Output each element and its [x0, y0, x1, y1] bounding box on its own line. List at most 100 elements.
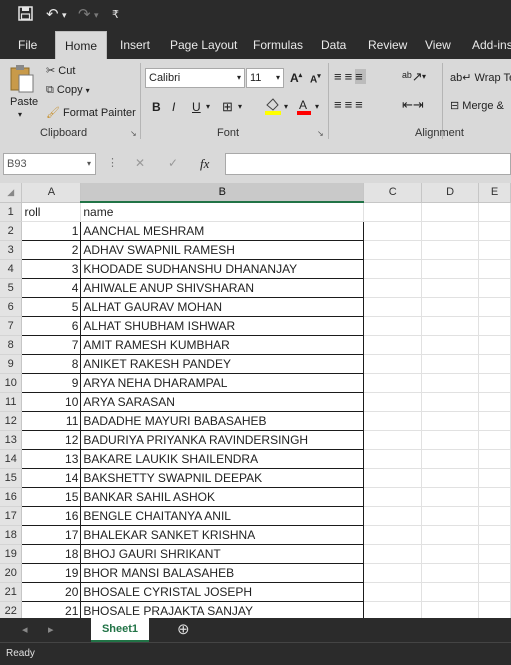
cancel-icon[interactable]: ✕ — [135, 156, 145, 170]
font-color-button[interactable]: A — [296, 97, 312, 118]
cell[interactable] — [363, 487, 423, 507]
row-header[interactable]: 4 — [0, 259, 23, 279]
name-cell[interactable]: ADHAV SWAPNIL RAMESH — [80, 240, 365, 260]
copy-dropdown-icon[interactable]: ▾ — [86, 86, 90, 95]
column-header-a[interactable]: A — [21, 183, 82, 203]
cell[interactable] — [421, 544, 480, 564]
clipboard-launcher-icon[interactable]: ↘ — [130, 129, 137, 138]
name-cell[interactable]: BHOSALE PRAJAKTA SANJAY — [80, 601, 365, 618]
name-cell[interactable]: BADURIYA PRIYANKA RAVINDERSINGH — [80, 430, 365, 450]
cell-a1[interactable]: roll — [21, 202, 82, 222]
row-header[interactable]: 16 — [0, 487, 23, 507]
row-header[interactable]: 3 — [0, 240, 23, 260]
roll-cell[interactable]: 14 — [21, 468, 82, 488]
paste-icon[interactable] — [9, 64, 37, 94]
cell[interactable] — [478, 525, 511, 545]
column-header-d[interactable]: D — [421, 183, 480, 203]
tab-file[interactable]: File — [18, 31, 37, 59]
cell[interactable] — [363, 411, 423, 431]
row-header[interactable]: 15 — [0, 468, 23, 488]
tab-page-layout[interactable]: Page Layout — [170, 31, 237, 59]
name-cell[interactable]: BADADHE MAYURI BABASAHEB — [80, 411, 365, 431]
grow-font-button[interactable]: A▴ — [290, 71, 302, 85]
cell[interactable] — [363, 468, 423, 488]
name-cell[interactable]: ALHAT GAURAV MOHAN — [80, 297, 365, 317]
bold-button[interactable]: B — [152, 100, 161, 114]
add-sheet-icon[interactable]: ⊕ — [177, 620, 190, 638]
name-cell[interactable]: KHODADE SUDHANSHU DHANANJAY — [80, 259, 365, 279]
cell[interactable] — [421, 297, 480, 317]
roll-cell[interactable]: 9 — [21, 373, 82, 393]
fill-color-button[interactable] — [264, 97, 282, 118]
row-header[interactable]: 2 — [0, 221, 23, 241]
name-cell[interactable]: AANCHAL MESHRAM — [80, 221, 365, 241]
cell[interactable] — [363, 582, 423, 602]
cell[interactable] — [478, 582, 511, 602]
copy-button[interactable]: ⧉ Copy ▾ — [46, 84, 90, 97]
cell[interactable] — [363, 221, 423, 241]
column-header-c[interactable]: C — [363, 183, 423, 203]
cut-button[interactable]: ✂ Cut — [46, 64, 75, 77]
format-painter-button[interactable]: 🖌 Format Painter — [46, 106, 136, 119]
cell[interactable] — [421, 468, 480, 488]
cell[interactable] — [421, 240, 480, 260]
roll-cell[interactable]: 17 — [21, 525, 82, 545]
row-header[interactable]: 20 — [0, 563, 23, 583]
row-header[interactable]: 18 — [0, 525, 23, 545]
cell[interactable] — [421, 563, 480, 583]
cell[interactable] — [478, 373, 511, 393]
row-header[interactable]: 10 — [0, 373, 23, 393]
formula-input[interactable] — [225, 153, 511, 175]
name-cell[interactable]: BAKSHETTY SWAPNIL DEEPAK — [80, 468, 365, 488]
roll-cell[interactable]: 13 — [21, 449, 82, 469]
row-header[interactable]: 19 — [0, 544, 23, 564]
cell[interactable] — [478, 430, 511, 450]
roll-cell[interactable]: 21 — [21, 601, 82, 618]
cell[interactable] — [478, 411, 511, 431]
tab-insert[interactable]: Insert — [120, 31, 150, 59]
cell[interactable] — [478, 259, 511, 279]
cell[interactable] — [363, 430, 423, 450]
shrink-font-button[interactable]: A▾ — [310, 72, 321, 85]
cell[interactable] — [478, 316, 511, 336]
tab-review[interactable]: Review — [368, 31, 407, 59]
roll-cell[interactable]: 15 — [21, 487, 82, 507]
cell[interactable] — [363, 354, 423, 374]
cell[interactable] — [421, 487, 480, 507]
borders-dropdown-icon[interactable]: ▾ — [238, 102, 242, 111]
save-icon[interactable] — [18, 6, 33, 26]
cell[interactable] — [421, 392, 480, 412]
cell[interactable] — [478, 240, 511, 260]
cell[interactable] — [421, 411, 480, 431]
roll-cell[interactable]: 6 — [21, 316, 82, 336]
cell[interactable] — [478, 449, 511, 469]
cell[interactable] — [421, 259, 480, 279]
fill-color-dropdown-icon[interactable]: ▾ — [284, 102, 288, 111]
cell[interactable] — [421, 430, 480, 450]
cell[interactable] — [478, 601, 511, 618]
column-header-e[interactable]: E — [478, 183, 511, 203]
name-cell[interactable]: BHALEKAR SANKET KRISHNA — [80, 525, 365, 545]
font-size-select[interactable]: 11 ▾ — [246, 68, 284, 88]
cell[interactable] — [363, 525, 423, 545]
tab-data[interactable]: Data — [321, 31, 346, 59]
row-header[interactable]: 17 — [0, 506, 23, 526]
qat-customize-icon[interactable]: ₹ — [112, 6, 119, 24]
row-header[interactable]: 5 — [0, 278, 23, 298]
row-header[interactable]: 7 — [0, 316, 23, 336]
row-header[interactable]: 6 — [0, 297, 23, 317]
name-cell[interactable]: AMIT RAMESH KUMBHAR — [80, 335, 365, 355]
row-header[interactable]: 14 — [0, 449, 23, 469]
name-cell[interactable]: ARYA SARASAN — [80, 392, 365, 412]
cell-b1[interactable]: name — [80, 202, 365, 222]
cell[interactable] — [363, 278, 423, 298]
cell[interactable] — [478, 487, 511, 507]
roll-cell[interactable]: 20 — [21, 582, 82, 602]
row-header[interactable]: 12 — [0, 411, 23, 431]
cell[interactable] — [478, 202, 511, 222]
roll-cell[interactable]: 12 — [21, 430, 82, 450]
vertical-align-icons[interactable]: ≡≡≡ — [334, 69, 366, 84]
underline-dropdown-icon[interactable]: ▾ — [206, 102, 210, 111]
roll-cell[interactable]: 2 — [21, 240, 82, 260]
cell[interactable] — [421, 582, 480, 602]
